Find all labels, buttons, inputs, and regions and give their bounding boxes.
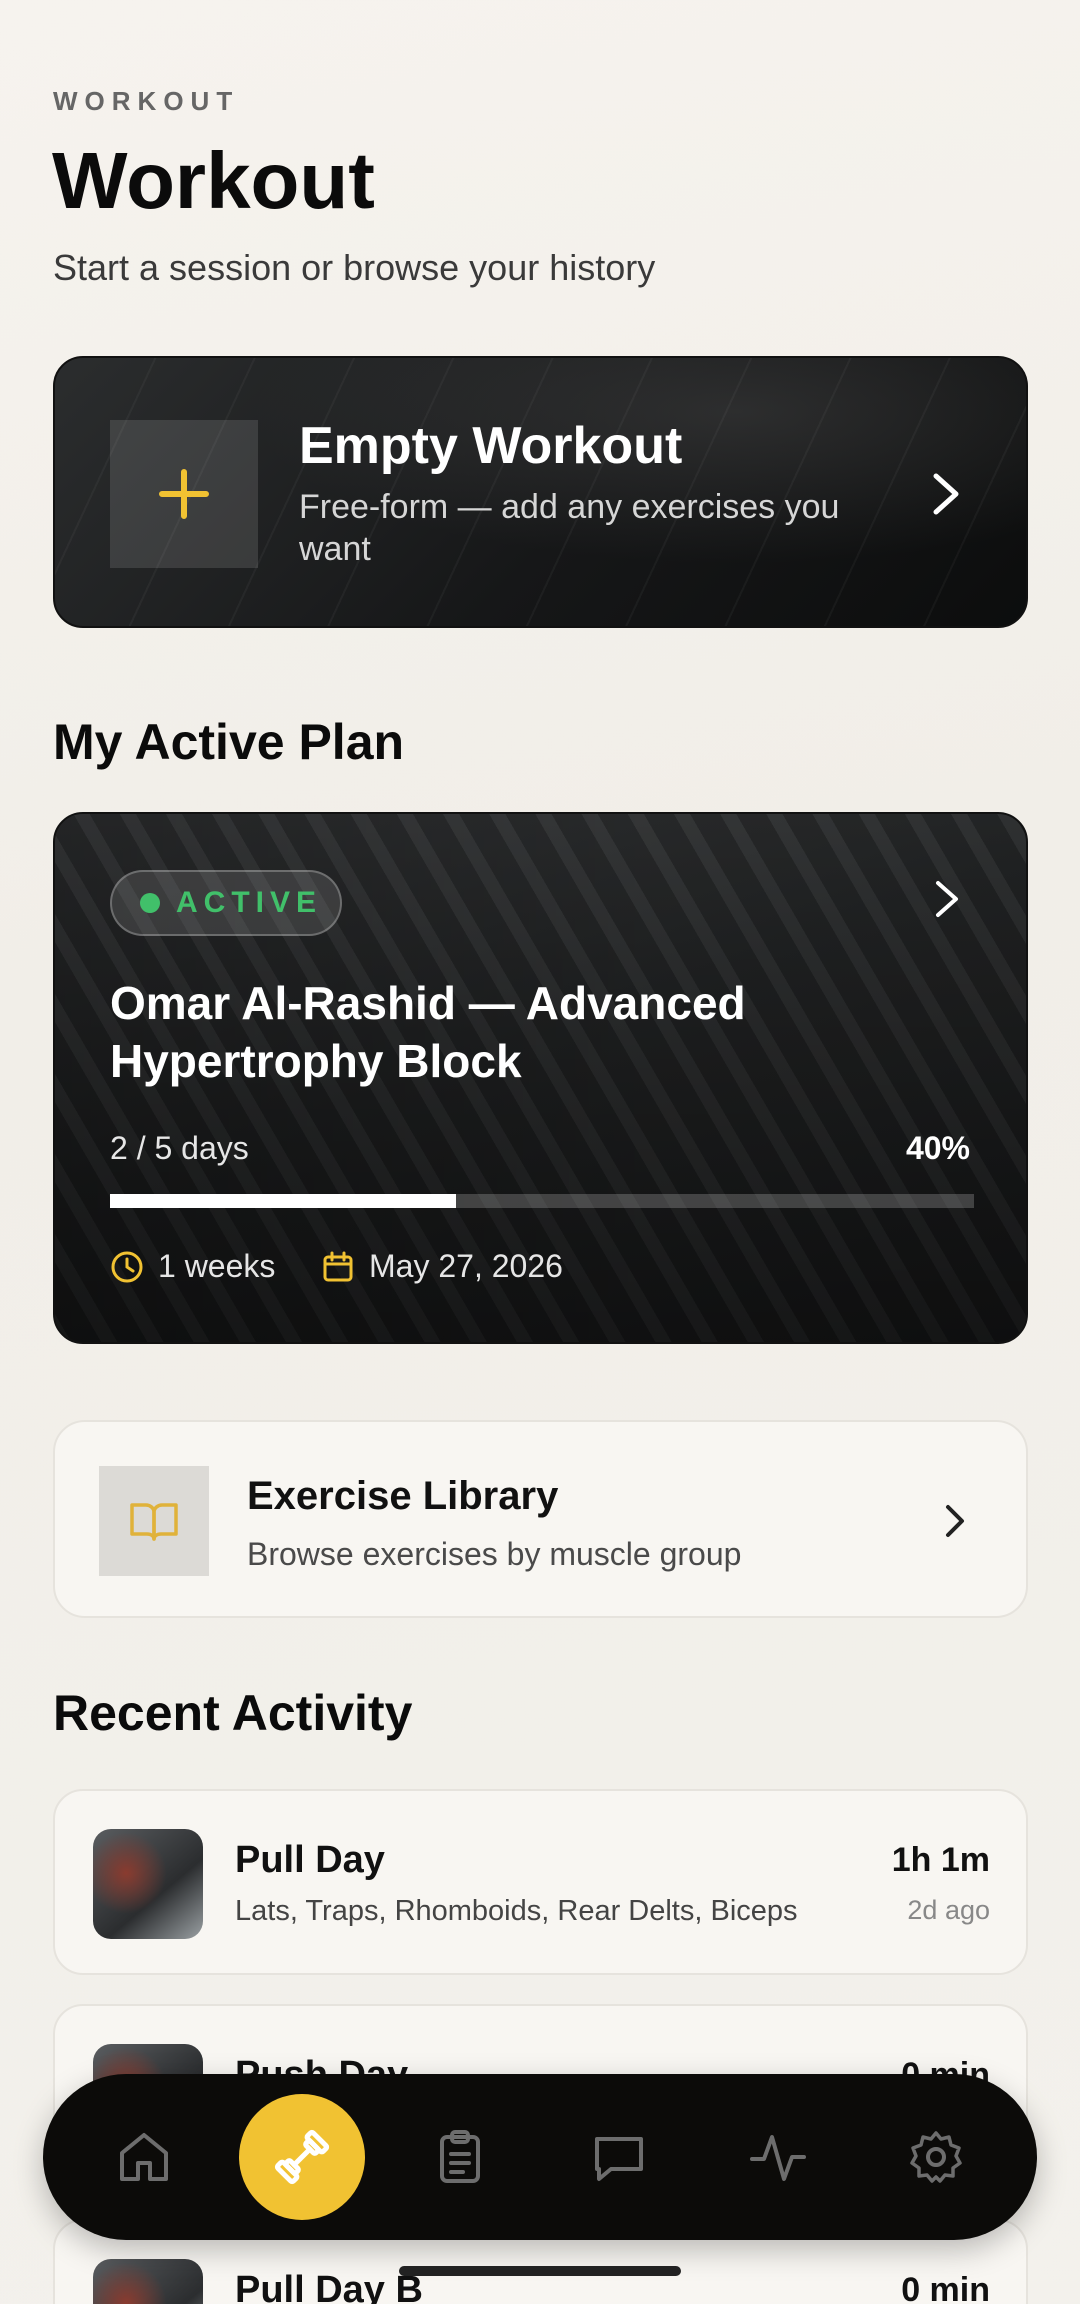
nav-home[interactable]: [101, 2114, 187, 2200]
plan-days: 2 / 5 days: [110, 1130, 249, 1166]
chat-icon: [595, 2137, 643, 2181]
activity-duration: 1h 1m: [891, 1841, 990, 1879]
nav-plans[interactable]: [417, 2114, 503, 2200]
activity-duration: 0 min: [901, 2271, 990, 2304]
empty-workout-title: Empty Workout: [299, 417, 683, 475]
chevron-right-icon: [933, 473, 959, 515]
nav-messages[interactable]: [576, 2114, 662, 2200]
active-plan-heading: My Active Plan: [53, 714, 405, 770]
page-subtitle: Start a session or browse your history: [53, 247, 656, 288]
activity-name: Pull Day B: [235, 2269, 423, 2304]
plan-duration-label: 1 weeks: [158, 1248, 276, 1284]
plan-duration: 1 weeks: [110, 1248, 275, 1285]
gear-icon: [910, 2131, 962, 2183]
clock-icon: [111, 1251, 143, 1282]
library-description: Browse exercises by muscle group: [247, 1536, 742, 1572]
dumbbell-icon: [274, 2129, 330, 2185]
plus-icon: [159, 469, 209, 519]
active-plan-card[interactable]: ACTIVE Omar Al-Rashid — Advanced Hypertr…: [53, 812, 1028, 1344]
exercise-library-card[interactable]: Exercise Library Browse exercises by mus…: [53, 1420, 1028, 1618]
home-icon: [120, 2133, 168, 2181]
nav-workout[interactable]: [239, 2094, 365, 2220]
workout-thumbnail: [93, 2259, 203, 2304]
activity-row[interactable]: Pull Day Lats, Traps, Rhomboids, Rear De…: [53, 1789, 1028, 1975]
nav-activity[interactable]: [735, 2114, 821, 2200]
nav-settings[interactable]: [893, 2114, 979, 2200]
plan-progress-fill: [110, 1194, 456, 1208]
plan-percent: 40%: [905, 1130, 970, 1166]
activity-muscles: Lats, Traps, Rhomboids, Rear Delts, Bice…: [235, 1895, 798, 1927]
activity-name: Pull Day: [235, 1839, 385, 1881]
status-badge: ACTIVE: [110, 870, 342, 936]
recent-activity-heading: Recent Activity: [53, 1685, 413, 1741]
status-badge-label: ACTIVE: [176, 886, 323, 919]
status-dot: [140, 893, 160, 913]
library-tile: [99, 1466, 209, 1576]
home-indicator: [399, 2266, 681, 2276]
workout-screen: WORKOUT Workout Start a session or brows…: [0, 0, 1080, 2304]
page-eyebrow: WORKOUT: [53, 86, 240, 116]
calendar-icon: [323, 1251, 353, 1281]
activity-icon: [750, 2135, 806, 2181]
plan-date: May 27, 2026: [321, 1248, 563, 1285]
empty-workout-card[interactable]: Empty Workout Free-form — add any exerci…: [53, 356, 1028, 628]
plus-tile: [110, 420, 258, 568]
plan-title: Omar Al-Rashid — Advanced Hypertrophy Bl…: [110, 977, 746, 1087]
clipboard-icon: [440, 2130, 480, 2183]
book-icon: [130, 1503, 178, 1541]
plan-progress-bar: [110, 1194, 974, 1208]
chevron-right-icon: [936, 881, 958, 917]
bottom-nav: [43, 2074, 1037, 2240]
plan-date-label: May 27, 2026: [369, 1248, 563, 1284]
activity-time-ago: 2d ago: [907, 1895, 990, 1925]
page-title: Workout: [52, 136, 375, 225]
library-title: Exercise Library: [247, 1474, 559, 1518]
empty-workout-description: Free-form — add any exercises you want: [299, 488, 840, 568]
chevron-right-icon: [946, 1505, 964, 1537]
workout-thumbnail: [93, 1829, 203, 1939]
